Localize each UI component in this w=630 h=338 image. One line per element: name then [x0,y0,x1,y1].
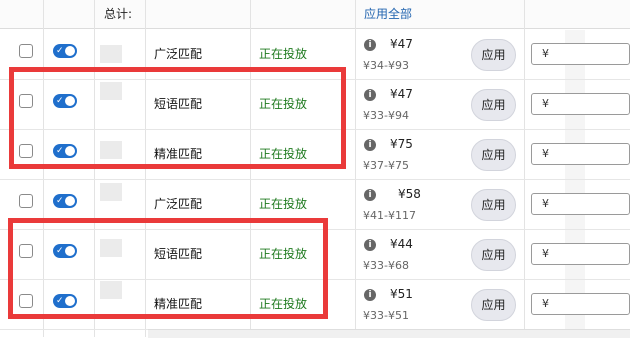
table-row: ✓ 短语匹配 正在投放 i ¥47 ¥33-¥94 应用 ¥ [0,79,630,130]
table-row: ✓ 精准匹配 正在投放 i ¥51 ¥33-¥51 应用 ¥ [0,279,630,330]
info-icon[interactable]: i [364,189,376,201]
match-type: 广泛匹配 [154,197,203,211]
match-type: 短语匹配 [154,247,203,261]
match-type: 广泛匹配 [154,47,203,61]
bid-input[interactable]: ¥ [531,93,630,115]
apply-button[interactable]: 应用 [471,189,516,221]
info-icon[interactable]: i [364,39,376,51]
suggested-bid: ¥51 [390,287,413,301]
currency-symbol: ¥ [542,297,549,310]
redacted-cell [100,141,122,159]
enable-toggle[interactable]: ✓ [53,244,77,258]
info-icon[interactable]: i [364,89,376,101]
enable-toggle[interactable]: ✓ [53,144,77,158]
apply-button[interactable]: 应用 [471,289,516,321]
table-row: ✓ 广泛匹配 正在投放 i ¥58 ¥41-¥117 应用 ¥ [0,179,630,230]
total-label: 总计: [104,7,133,21]
row-checkbox[interactable] [19,144,33,158]
info-icon[interactable]: i [364,139,376,151]
suggested-bid: ¥58 [398,187,421,201]
currency-symbol: ¥ [542,97,549,110]
apply-button[interactable]: 应用 [471,39,516,71]
bid-input[interactable]: ¥ [531,193,630,215]
bid-input[interactable]: ¥ [531,43,630,65]
row-checkbox[interactable] [19,44,33,58]
suggested-bid: ¥47 [390,37,413,51]
enable-toggle[interactable]: ✓ [53,44,77,58]
currency-symbol: ¥ [542,247,549,260]
apply-button[interactable]: 应用 [471,139,516,171]
match-type: 精准匹配 [154,147,203,161]
table-row: ✓ 广泛匹配 正在投放 i ¥47 ¥34-¥93 应用 ¥ [0,29,630,80]
row-checkbox[interactable] [19,244,33,258]
row-checkbox[interactable] [19,94,33,108]
status-text: 正在投放 [259,197,308,211]
bid-range: ¥41-¥117 [363,209,416,222]
redacted-cell [100,183,122,201]
match-type: 短语匹配 [154,97,203,111]
info-icon[interactable]: i [364,239,376,251]
currency-symbol: ¥ [542,197,549,210]
match-type: 精准匹配 [154,297,203,311]
suggested-bid: ¥44 [390,237,413,251]
redacted-cell [100,82,122,100]
bid-input[interactable]: ¥ [531,293,630,315]
bid-input[interactable]: ¥ [531,243,630,265]
status-text: 正在投放 [259,247,308,261]
bid-range: ¥33-¥51 [363,309,409,322]
apply-button[interactable]: 应用 [471,239,516,271]
enable-toggle[interactable]: ✓ [53,94,77,108]
status-text: 正在投放 [259,97,308,111]
redacted-cell [100,281,122,299]
status-text: 正在投放 [259,47,308,61]
currency-symbol: ¥ [542,47,549,60]
table-row: ✓ 精准匹配 正在投放 i ¥75 ¥37-¥75 应用 ¥ [0,129,630,180]
bid-range: ¥33-¥68 [363,259,409,272]
currency-symbol: ¥ [542,147,549,160]
row-checkbox[interactable] [19,194,33,208]
enable-toggle[interactable]: ✓ [53,294,77,308]
bid-range: ¥33-¥94 [363,109,409,122]
table-row: ✓ 短语匹配 正在投放 i ¥44 ¥33-¥68 应用 ¥ [0,229,630,280]
suggested-bid: ¥75 [390,137,413,151]
row-checkbox[interactable] [19,294,33,308]
redacted-cell [100,45,122,63]
bid-range: ¥34-¥93 [363,59,409,72]
status-text: 正在投放 [259,297,308,311]
info-icon[interactable]: i [364,289,376,301]
suggested-bid: ¥47 [390,87,413,101]
redacted-cell [100,239,122,257]
bid-range: ¥37-¥75 [363,159,409,172]
apply-all-link[interactable]: 应用全部 [364,5,412,22]
status-text: 正在投放 [259,147,308,161]
bid-input[interactable]: ¥ [531,143,630,165]
enable-toggle[interactable]: ✓ [53,194,77,208]
apply-button[interactable]: 应用 [471,89,516,121]
